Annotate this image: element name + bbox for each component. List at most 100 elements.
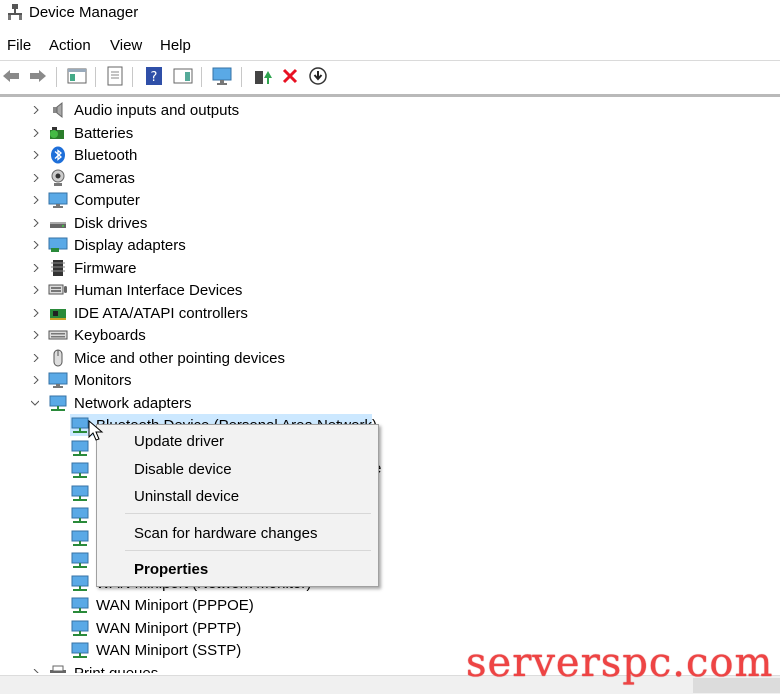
tree-item-computer[interactable]: Computer xyxy=(32,189,140,211)
toolbar-separator xyxy=(95,67,96,87)
menu-action[interactable]: Action xyxy=(49,37,91,54)
uninstall-device-button[interactable] xyxy=(279,65,301,87)
chevron-right-icon[interactable] xyxy=(32,196,40,204)
back-button[interactable] xyxy=(0,65,22,87)
chevron-right-icon[interactable] xyxy=(32,264,40,272)
chevron-right-icon[interactable] xyxy=(32,151,40,159)
toolbar-separator xyxy=(241,67,242,87)
network-adapter-icon xyxy=(70,484,90,502)
disk-drive-icon xyxy=(48,214,68,232)
menu-disable-device[interactable]: Disable device xyxy=(134,461,232,478)
tree-item-wan-sstp[interactable]: WAN Miniport (SSTP) xyxy=(70,639,241,661)
download-circle-icon xyxy=(309,67,327,85)
toolbar-separator xyxy=(201,67,202,87)
tree-item-print-queues[interactable]: Print queues xyxy=(32,662,158,673)
toolbar: ? xyxy=(0,60,780,93)
menu-view[interactable]: View xyxy=(110,37,142,54)
tree-item-disk-drives[interactable]: Disk drives xyxy=(32,212,147,234)
tree-item-bluetooth[interactable]: Bluetooth xyxy=(32,144,137,166)
scan-hardware-button[interactable] xyxy=(211,65,233,87)
tree-item-ide[interactable]: IDE ATA/ATAPI controllers xyxy=(32,302,248,324)
chevron-right-icon[interactable] xyxy=(32,129,40,137)
tree-item-label: Network adapters xyxy=(74,394,192,412)
tree-item-network-child[interactable] xyxy=(70,504,96,526)
network-adapter-icon xyxy=(70,574,90,592)
menu-scan-hardware[interactable]: Scan for hardware changes xyxy=(134,525,317,542)
device-manager-icon xyxy=(8,4,22,20)
chevron-right-icon[interactable] xyxy=(32,174,40,182)
properties-button[interactable] xyxy=(104,65,126,87)
tree-item-wan-pppoe[interactable]: WAN Miniport (PPPOE) xyxy=(70,594,254,616)
chevron-right-icon[interactable] xyxy=(32,331,40,339)
menu-properties[interactable]: Properties xyxy=(134,561,208,578)
tree-item-label: Human Interface Devices xyxy=(74,281,243,299)
chevron-down-icon[interactable] xyxy=(31,399,39,407)
network-adapter-icon xyxy=(48,394,68,412)
menu-uninstall-device[interactable]: Uninstall device xyxy=(134,488,239,505)
monitor-scan-icon xyxy=(212,67,232,85)
delete-x-icon xyxy=(282,68,298,84)
chip-icon xyxy=(48,259,68,277)
tree-item-label: Display adapters xyxy=(74,236,186,254)
forward-button[interactable] xyxy=(27,65,49,87)
tree-item-label: Firmware xyxy=(74,259,137,277)
action-pane-button[interactable] xyxy=(172,65,194,87)
tree-item-batteries[interactable]: Batteries xyxy=(32,122,133,144)
menu-update-driver[interactable]: Update driver xyxy=(134,433,224,450)
chevron-right-icon[interactable] xyxy=(32,376,40,384)
window-title: Device Manager xyxy=(29,4,139,21)
tree-item-label: Audio inputs and outputs xyxy=(74,101,240,119)
chevron-right-icon[interactable] xyxy=(32,241,40,249)
tree-item-monitors[interactable]: Monitors xyxy=(32,369,132,391)
tree-item-network-adapters[interactable]: Network adapters xyxy=(31,392,192,414)
bluetooth-icon xyxy=(48,146,68,164)
update-driver-button[interactable] xyxy=(251,65,273,87)
tree-item-mice[interactable]: Mice and other pointing devices xyxy=(32,347,285,369)
tree-item-network-child[interactable] xyxy=(70,459,96,481)
chevron-right-icon[interactable] xyxy=(32,309,40,317)
chevron-right-icon[interactable] xyxy=(32,106,40,114)
network-adapter-icon xyxy=(70,439,90,457)
tree-item-label: Print queues xyxy=(74,664,159,674)
menu-file[interactable]: File xyxy=(7,37,31,54)
tree-item-display-adapters[interactable]: Display adapters xyxy=(32,234,186,256)
watermark-text: serverspc.com xyxy=(466,640,774,686)
controller-card-icon xyxy=(48,304,68,322)
back-arrow-icon xyxy=(3,70,19,82)
chevron-right-icon[interactable] xyxy=(32,219,40,227)
tree-item-label: Mice and other pointing devices xyxy=(74,349,285,367)
monitor-icon xyxy=(48,371,68,389)
display-adapter-icon xyxy=(48,236,68,254)
chevron-right-icon[interactable] xyxy=(32,286,40,294)
tree-item-label: Monitors xyxy=(74,371,132,389)
tree-item-keyboards[interactable]: Keyboards xyxy=(32,324,146,346)
tree-item-wan-pptp[interactable]: WAN Miniport (PPTP) xyxy=(70,617,241,639)
tree-item-label: WAN Miniport (PPPOE) xyxy=(96,596,254,614)
disable-device-button[interactable] xyxy=(307,65,329,87)
network-adapter-icon xyxy=(70,619,90,637)
chevron-right-icon[interactable] xyxy=(32,354,40,362)
tree-item-audio[interactable]: Audio inputs and outputs xyxy=(32,99,239,121)
menu-help[interactable]: Help xyxy=(160,37,191,54)
menu-separator xyxy=(125,513,371,514)
tree-item-network-child[interactable] xyxy=(70,482,96,504)
speaker-icon xyxy=(48,101,68,119)
tree-item-hid[interactable]: Human Interface Devices xyxy=(32,279,242,301)
toolbar-separator xyxy=(132,67,133,87)
chevron-right-icon[interactable] xyxy=(32,669,40,673)
properties-icon xyxy=(107,66,123,86)
computer-icon xyxy=(48,191,68,209)
tree-item-network-child[interactable] xyxy=(70,549,96,571)
forward-arrow-icon xyxy=(30,70,46,82)
battery-icon xyxy=(48,124,68,142)
tree-item-network-child[interactable] xyxy=(70,527,96,549)
tree-item-firmware[interactable]: Firmware xyxy=(32,257,137,279)
tree-item-cameras[interactable]: Cameras xyxy=(32,167,135,189)
help-button[interactable]: ? xyxy=(143,65,165,87)
show-hide-console-tree-button[interactable] xyxy=(66,65,88,87)
tree-item-label: Bluetooth xyxy=(74,146,138,164)
tree-item-label: Cameras xyxy=(74,169,135,187)
webcam-icon xyxy=(48,169,68,187)
network-adapter-icon xyxy=(70,416,90,434)
svg-text:?: ? xyxy=(151,70,158,85)
